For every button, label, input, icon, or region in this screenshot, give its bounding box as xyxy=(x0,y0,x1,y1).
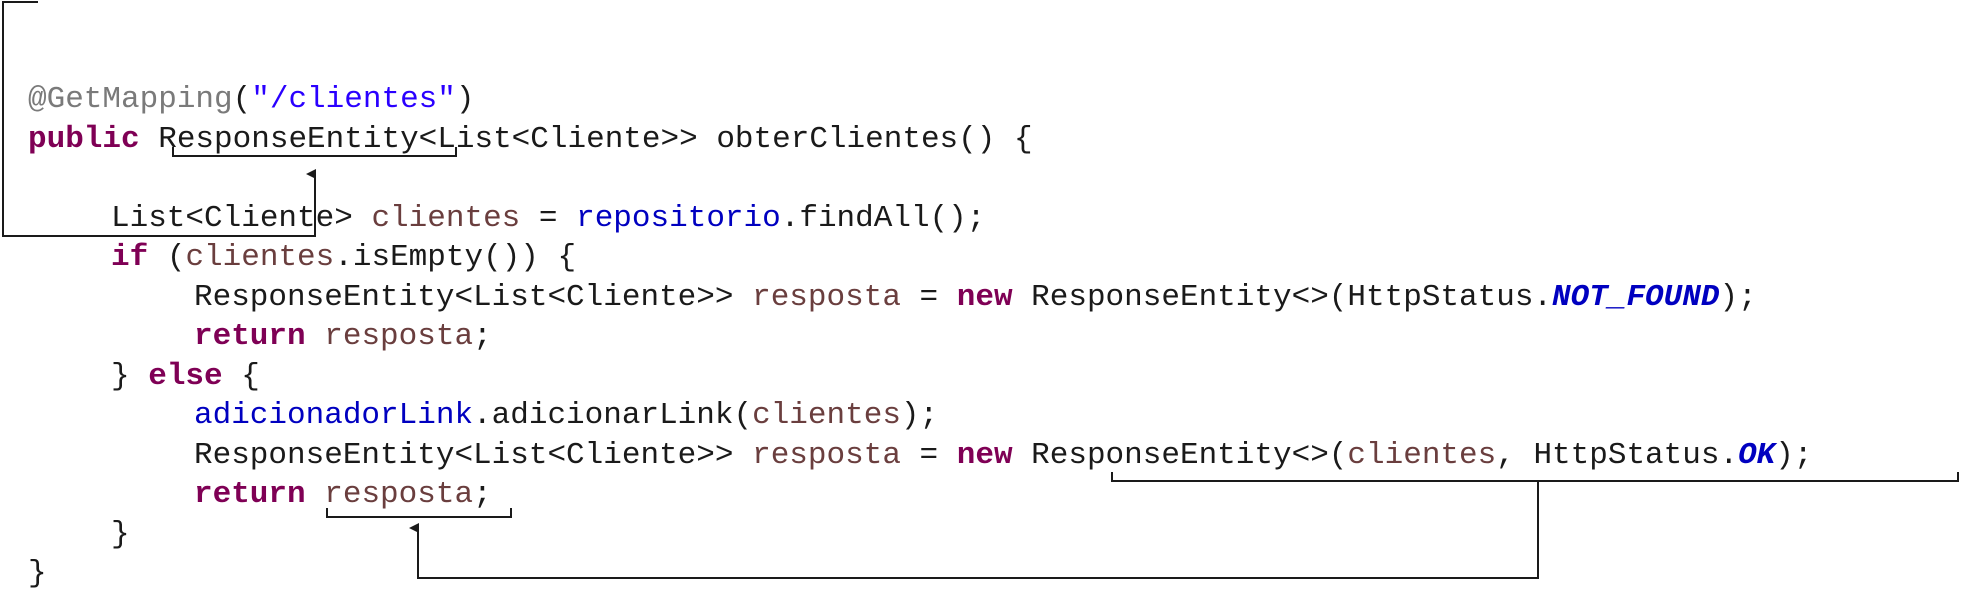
brace-return-resposta xyxy=(326,508,512,518)
annotation-connectors xyxy=(2,1,1959,579)
brace-new-responseentity-ok xyxy=(1111,472,1959,482)
connector-ok-to-return xyxy=(409,481,1539,579)
brace-responseentity-return-type xyxy=(172,147,457,157)
frame-connector xyxy=(2,1,316,237)
